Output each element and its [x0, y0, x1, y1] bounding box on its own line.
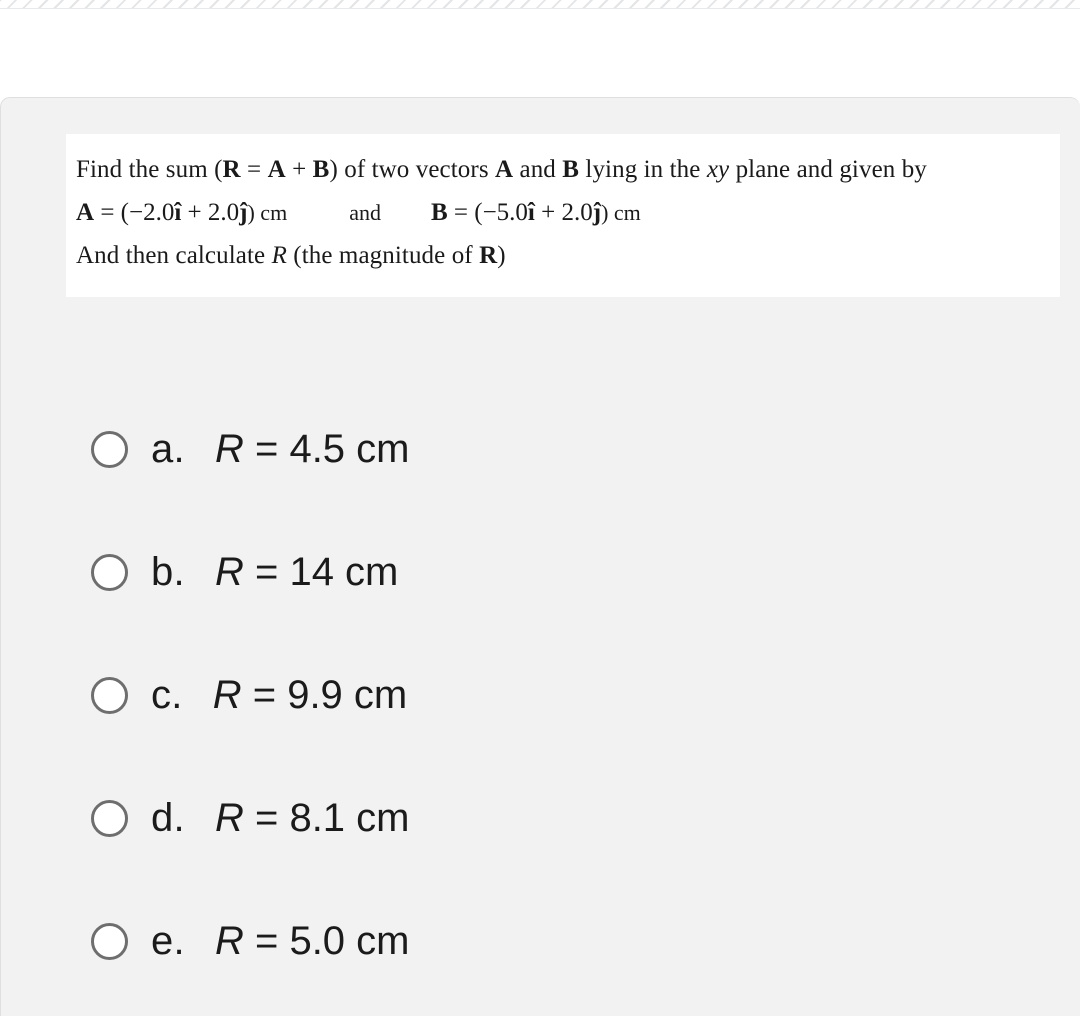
question-line1-seg13: plane and given by [729, 156, 927, 183]
option-b-value: = 14 cm [243, 550, 399, 594]
answer-options-list: a. R = 4.5 cm b. R = 14 cm c. R = 9.9 cm… [1, 388, 1080, 1003]
radio-button-e[interactable] [91, 923, 128, 960]
vector-A-definition-label: A [76, 199, 95, 226]
option-d-symbol: R [214, 796, 244, 840]
answer-option-c[interactable]: c. R = 9.9 cm [1, 634, 1080, 757]
question-line1-seg7: ) of two vectors [329, 156, 495, 183]
answer-option-d[interactable]: d. R = 8.1 cm [1, 757, 1080, 880]
question-line1-seg9: and [513, 156, 563, 183]
page-top-gap [0, 10, 1080, 97]
option-d-value: = 8.1 cm [243, 796, 410, 840]
vector-B-eq: = (−5.0 [447, 199, 528, 226]
option-c-symbol: R [212, 673, 242, 717]
radio-button-b[interactable] [91, 554, 128, 591]
option-letter-d: d. [151, 796, 185, 840]
option-text-b: R = 14 cm [215, 550, 398, 595]
vector-B-unit: ) cm [601, 200, 641, 225]
radio-button-c[interactable] [91, 677, 128, 714]
i-hat-icon-2: î [527, 199, 535, 226]
option-text-c: R = 9.9 cm [213, 673, 408, 718]
top-striped-band [0, 0, 1080, 9]
question-line1-seg1: Find the sum ( [76, 156, 223, 183]
answer-option-b[interactable]: b. R = 14 cm [1, 511, 1080, 634]
question-line-2: A = (−2.0î + 2.0ĵ) cm and B = (−5.0î + 2.0… [76, 191, 1050, 234]
question-line1-seg5: + [285, 156, 313, 183]
question-line3-seg5: ) [497, 242, 506, 269]
radio-button-d[interactable] [91, 800, 128, 837]
question-line-3: And then calculate R (the magnitude of R… [76, 234, 1050, 277]
option-a-value: = 4.5 cm [243, 427, 410, 471]
question-line3-seg1: And then calculate [76, 242, 272, 269]
vector-R-symbol: R [222, 156, 241, 183]
vector-A-symbol: A [267, 156, 286, 183]
vector-A-eq: = (−2.0 [94, 199, 175, 226]
option-text-d: R = 8.1 cm [215, 796, 410, 841]
vector-A-unit: ) cm [247, 200, 288, 225]
vector-B-definition-label: B [430, 199, 448, 226]
option-b-symbol: R [214, 550, 244, 594]
answer-option-e[interactable]: e. R = 5.0 cm [1, 880, 1080, 1003]
option-text-a: R = 4.5 cm [215, 427, 410, 472]
option-a-symbol: R [214, 427, 244, 471]
xy-plane-symbol: xy [706, 156, 730, 183]
question-line-1: Find the sum (R = A + B) of two vectors … [76, 148, 1050, 191]
option-letter-b: b. [151, 550, 185, 594]
vector-B-symbol: B [312, 156, 330, 183]
vector-A-symbol-2: A [495, 156, 514, 183]
question-line1-seg11: lying in the [579, 156, 707, 183]
question-line3-seg3: (the magnitude of [286, 242, 480, 269]
option-letter-a: a. [151, 427, 185, 471]
option-letter-e: e. [151, 919, 185, 963]
answer-option-a[interactable]: a. R = 4.5 cm [1, 388, 1080, 511]
vector-R-symbol-2: R [479, 242, 498, 269]
magnitude-R-symbol: R [271, 242, 287, 269]
j-hat-icon-2: ĵ [592, 199, 602, 226]
vector-B-symbol-2: B [562, 156, 580, 183]
option-e-value: = 5.0 cm [243, 919, 410, 963]
option-text-e: R = 5.0 cm [215, 919, 410, 964]
question-statement-block: Find the sum (R = A + B) of two vectors … [66, 134, 1060, 297]
vector-B-plus: + 2.0 [534, 199, 593, 226]
vector-A-plus: + 2.0 [181, 199, 240, 226]
conjunction-and: and [349, 200, 381, 225]
question-card: Find the sum (R = A + B) of two vectors … [0, 97, 1080, 1016]
option-e-symbol: R [214, 919, 244, 963]
option-c-value: = 9.9 cm [241, 673, 408, 717]
option-letter-c: c. [151, 673, 183, 717]
radio-button-a[interactable] [91, 431, 128, 468]
question-line1-seg3: = [240, 156, 268, 183]
